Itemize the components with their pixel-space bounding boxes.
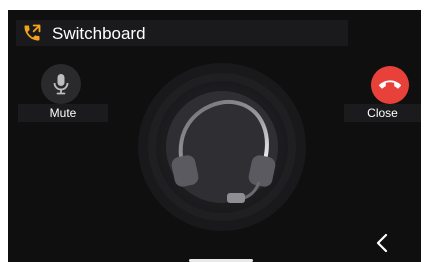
back-button[interactable] [370,230,394,256]
title-bar: Switchboard [16,20,348,46]
mute-label: Mute [49,106,77,120]
close-label: Close [367,106,398,120]
mute-button[interactable] [41,64,81,104]
microphone-icon [53,74,69,95]
hangup-icon [379,80,401,89]
page-title: Switchboard [52,24,146,43]
close-call-button[interactable] [371,66,409,104]
switchboard-screen: Switchboard Mute Close [8,10,421,262]
phone-call-icon [24,24,41,41]
chevron-left-icon [376,233,388,253]
headset-icon [138,63,306,231]
